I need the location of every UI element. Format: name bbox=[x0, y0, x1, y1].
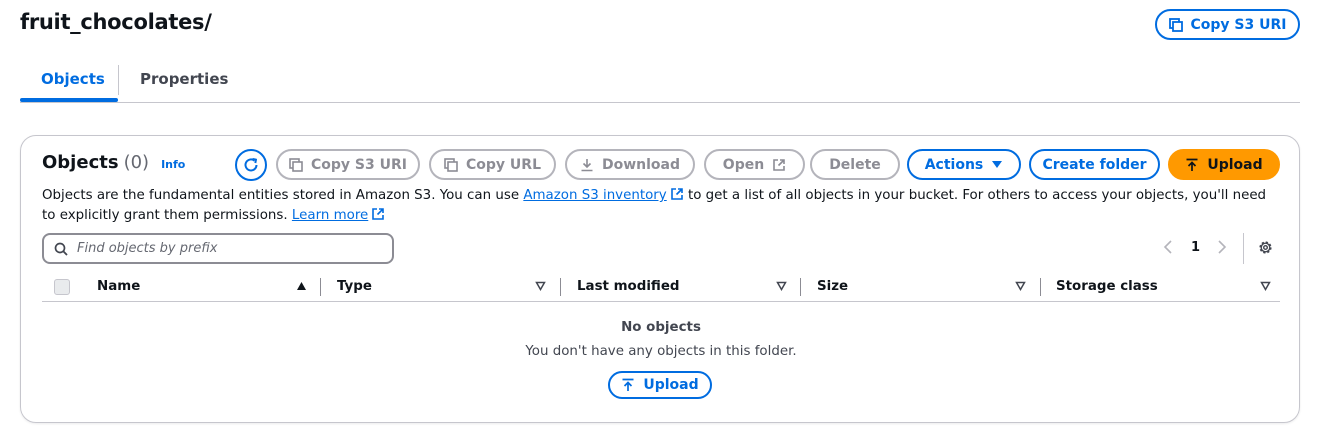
column-header-size[interactable]: Size bbox=[817, 279, 848, 294]
actions-label: Actions bbox=[924, 156, 984, 173]
refresh-button[interactable] bbox=[235, 149, 267, 181]
tab-objects[interactable]: Objects bbox=[41, 70, 105, 88]
column-header-name[interactable]: Name bbox=[97, 279, 140, 294]
download-icon bbox=[581, 158, 593, 171]
column-divider[interactable] bbox=[320, 278, 321, 296]
sort-icon[interactable] bbox=[1260, 281, 1271, 291]
external-link-icon bbox=[670, 188, 683, 200]
s3-inventory-link[interactable]: Amazon S3 inventory bbox=[523, 188, 666, 203]
copy-url-button[interactable]: Copy URL bbox=[429, 149, 556, 180]
sort-icon[interactable] bbox=[776, 281, 787, 291]
search-box bbox=[42, 233, 394, 264]
s3-inventory-link-label: Amazon S3 inventory bbox=[523, 188, 667, 203]
select-all-checkbox[interactable] bbox=[54, 279, 70, 295]
empty-state-upload-button[interactable]: Upload bbox=[608, 371, 712, 399]
open-label: Open bbox=[722, 156, 765, 173]
download-label: Download bbox=[601, 156, 681, 173]
copy-icon bbox=[444, 157, 458, 172]
sort-ascending-icon[interactable] bbox=[296, 281, 307, 291]
copy-s3-uri-button[interactable]: Copy S3 URI bbox=[276, 149, 420, 180]
upload-icon bbox=[1186, 158, 1198, 171]
sort-icon[interactable] bbox=[535, 281, 546, 291]
previous-page-icon[interactable] bbox=[1163, 240, 1173, 254]
info-link[interactable]: Info bbox=[161, 158, 185, 171]
external-link-icon bbox=[372, 208, 385, 220]
empty-state-title: No objects bbox=[621, 320, 701, 335]
upload-button[interactable]: Upload bbox=[1168, 149, 1280, 180]
empty-state-message: You don't have any objects in this folde… bbox=[525, 344, 797, 359]
copy-icon bbox=[1168, 17, 1183, 32]
objects-heading: Objects (0) Info bbox=[42, 152, 185, 173]
copy-icon bbox=[289, 157, 303, 172]
copy-url-label: Copy URL bbox=[466, 156, 541, 173]
column-header-last-modified[interactable]: Last modified bbox=[577, 279, 680, 294]
objects-heading-label: Objects bbox=[42, 152, 119, 173]
caret-down-icon bbox=[992, 160, 1003, 168]
next-page-icon[interactable] bbox=[1217, 240, 1227, 254]
learn-more-link[interactable]: Learn more bbox=[292, 208, 368, 223]
pagination-divider bbox=[1243, 233, 1244, 264]
tab-divider bbox=[118, 65, 119, 95]
copy-s3-uri-label: Copy S3 URI bbox=[311, 156, 407, 173]
column-header-type[interactable]: Type bbox=[337, 279, 372, 294]
table-header: Name Type Last modified Size Storage cla… bbox=[42, 276, 1280, 302]
download-button[interactable]: Download bbox=[565, 149, 695, 180]
create-folder-label: Create folder bbox=[1042, 156, 1147, 173]
column-header-storage-class[interactable]: Storage class bbox=[1056, 279, 1158, 294]
sort-icon[interactable] bbox=[1015, 281, 1026, 291]
objects-count: (0) bbox=[123, 152, 150, 173]
current-page-number[interactable]: 1 bbox=[1191, 240, 1200, 255]
tab-properties[interactable]: Properties bbox=[140, 70, 228, 88]
page-title: fruit_chocolates/ bbox=[20, 10, 212, 34]
copy-s3-uri-header-label: Copy S3 URI bbox=[1190, 16, 1287, 33]
column-divider[interactable] bbox=[1040, 278, 1041, 296]
upload-label: Upload bbox=[1207, 156, 1263, 173]
open-button[interactable]: Open bbox=[704, 149, 805, 180]
active-tab-indicator bbox=[20, 98, 118, 102]
gear-icon[interactable] bbox=[1257, 239, 1274, 256]
upload-icon bbox=[622, 378, 634, 391]
description-text-1: Objects are the fundamental entities sto… bbox=[42, 188, 524, 203]
search-icon bbox=[54, 242, 68, 256]
create-folder-button[interactable]: Create folder bbox=[1029, 149, 1160, 180]
column-divider[interactable] bbox=[560, 278, 561, 296]
external-link-icon bbox=[773, 158, 785, 171]
objects-description: Objects are the fundamental entities sto… bbox=[42, 186, 1282, 226]
actions-dropdown-button[interactable]: Actions bbox=[907, 149, 1021, 180]
empty-state-upload-label: Upload bbox=[643, 377, 699, 393]
delete-label: Delete bbox=[829, 156, 881, 173]
column-divider[interactable] bbox=[800, 278, 801, 296]
search-input[interactable] bbox=[77, 241, 367, 256]
tab-list: Objects Properties bbox=[20, 60, 1300, 103]
learn-more-label: Learn more bbox=[291, 208, 369, 223]
copy-s3-uri-header-button[interactable]: Copy S3 URI bbox=[1155, 9, 1300, 40]
refresh-icon bbox=[244, 158, 258, 172]
delete-button[interactable]: Delete bbox=[810, 149, 900, 180]
objects-panel: Objects (0) Info Copy S3 URI Copy URL Do… bbox=[20, 135, 1300, 423]
